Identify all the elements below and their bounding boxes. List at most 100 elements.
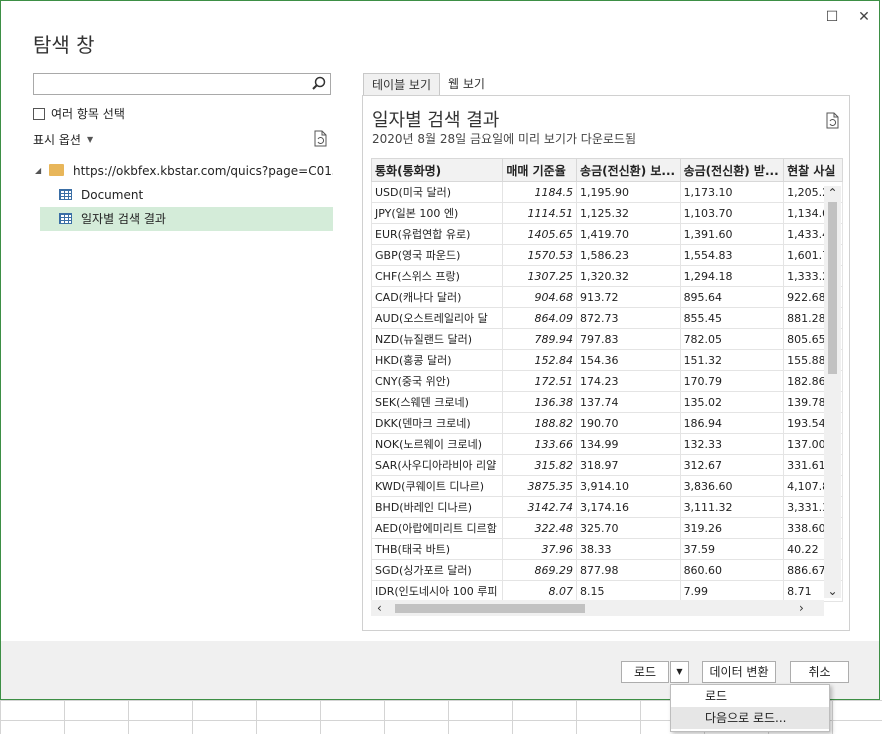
table-cell: 38.33 bbox=[576, 538, 681, 560]
tab-web-view[interactable]: 웹 보기 bbox=[440, 73, 493, 95]
table-row: NOK(노르웨이 크로네) 133.66 134.99 132.33 137.00 bbox=[371, 433, 843, 455]
refresh-preview-icon[interactable] bbox=[824, 112, 842, 130]
table-row: DKK(덴마크 크로네) 188.82 190.70 186.94 193.54 bbox=[371, 412, 843, 434]
column-header[interactable]: 매매 기준율 bbox=[502, 158, 578, 182]
table-cell: NZD(뉴질랜드 달러) bbox=[371, 328, 504, 350]
close-icon[interactable]: ✕ bbox=[852, 7, 876, 27]
table-cell: THB(태국 바트) bbox=[371, 538, 504, 560]
table-cell: IDR(인도네시아 100 루피 bbox=[371, 580, 504, 602]
vertical-scroll-thumb[interactable] bbox=[828, 202, 837, 374]
table-cell: AED(아랍에미리트 디르함 bbox=[371, 517, 504, 539]
table-row: CHF(스위스 프랑) 1307.25 1,320.32 1,294.18 1,333.… bbox=[371, 265, 843, 287]
tree-item-document[interactable]: Document bbox=[33, 183, 333, 207]
table-row: SAR(사우디아라비아 리얄 315.82 318.97 312.67 331.61 bbox=[371, 454, 843, 476]
table-cell: 151.32 bbox=[679, 349, 785, 371]
table-cell: 864.09 bbox=[502, 307, 578, 329]
maximize-icon[interactable]: ☐ bbox=[820, 7, 844, 27]
table-cell: BHD(바레인 디나르) bbox=[371, 496, 504, 518]
table-cell: 186.94 bbox=[679, 412, 785, 434]
table-cell: 37.96 bbox=[502, 538, 578, 560]
table-row: CNY(중국 위안) 172.51 174.23 170.79 182.86 bbox=[371, 370, 843, 392]
table-cell: 895.64 bbox=[679, 286, 785, 308]
table-cell: 1,320.32 bbox=[576, 265, 681, 287]
table-cell: 1,103.70 bbox=[679, 202, 785, 224]
table-cell: 1184.5 bbox=[502, 181, 578, 203]
table-cell: JPY(일본 100 엔) bbox=[371, 202, 504, 224]
tree-root-label: https://okbfex.kbstar.com/quics?page=C01… bbox=[73, 164, 333, 178]
horizontal-scrollbar[interactable]: ‹ › bbox=[371, 600, 824, 616]
cancel-button[interactable]: 취소 bbox=[790, 661, 849, 683]
preview-pane: 일자별 검색 결과 2020년 8월 28일 금요일에 미리 보기가 다운로드됨… bbox=[362, 95, 850, 631]
column-header[interactable]: 송금(전신환) 보... bbox=[576, 158, 681, 182]
table-cell: 190.70 bbox=[576, 412, 681, 434]
table-cell: 137.74 bbox=[576, 391, 681, 413]
table-cell: GBP(영국 파운드) bbox=[371, 244, 504, 266]
multi-select-checkbox[interactable] bbox=[33, 107, 45, 120]
table-row: KWD(쿠웨이트 디나르) 3875.35 3,914.10 3,836.60 4,10… bbox=[371, 475, 843, 497]
scroll-down-icon[interactable]: ⌄ bbox=[824, 584, 841, 598]
table-cell: 8.07 bbox=[502, 580, 578, 602]
table-row: AED(아랍에미리트 디르함 322.48 325.70 319.26 338.60 bbox=[371, 517, 843, 539]
tree-item-label: 일자별 검색 결과 bbox=[81, 212, 166, 226]
table-cell: SGD(싱가포르 달러) bbox=[371, 559, 504, 581]
table-cell: CAD(캐나다 달러) bbox=[371, 286, 504, 308]
table-cell: 3142.74 bbox=[502, 496, 578, 518]
scroll-left-icon[interactable]: ‹ bbox=[377, 600, 382, 616]
scroll-right-icon[interactable]: › bbox=[799, 600, 804, 616]
load-button[interactable]: 로드 bbox=[621, 661, 669, 683]
window-title: 탐색 창 bbox=[33, 33, 95, 57]
table-cell: 797.83 bbox=[576, 328, 681, 350]
refresh-icon[interactable] bbox=[312, 130, 330, 148]
table-cell: 322.48 bbox=[502, 517, 578, 539]
table-cell: 3,174.16 bbox=[576, 496, 681, 518]
scroll-up-icon[interactable]: ⌃ bbox=[824, 186, 841, 200]
table-row: HKD(홍콩 달러) 152.84 154.36 151.32 155.88 bbox=[371, 349, 843, 371]
table-cell: 174.23 bbox=[576, 370, 681, 392]
table-cell: AUD(오스트레일리아 달 bbox=[371, 307, 504, 329]
tree-item-daily-results[interactable]: 일자별 검색 결과 bbox=[40, 207, 333, 231]
table-icon bbox=[59, 213, 72, 224]
table-cell: 7.99 bbox=[679, 580, 785, 602]
tree-item-root[interactable]: ◢ https://okbfex.kbstar.com/quics?page=C… bbox=[33, 159, 333, 183]
table-cell: 134.99 bbox=[576, 433, 681, 455]
search-icon[interactable] bbox=[310, 75, 328, 93]
menu-item-load-to[interactable]: 다음으로 로드... bbox=[671, 707, 829, 729]
table-row: NZD(뉴질랜드 달러) 789.94 797.83 782.05 805.65 bbox=[371, 328, 843, 350]
table-cell: 1,391.60 bbox=[679, 223, 785, 245]
tree-item-label: Document bbox=[81, 188, 144, 202]
preview-table-wrap: 통화(통화명) 매매 기준율 송금(전신환) 보... 송금(전신환) 받... 현찰 … bbox=[371, 158, 843, 624]
column-header[interactable]: 현찰 사실 bbox=[783, 158, 843, 182]
display-options-dropdown[interactable]: 표시 옵션 ▼ bbox=[33, 131, 93, 148]
table-row: BHD(바레인 디나르) 3142.74 3,174.16 3,111.32 3,331… bbox=[371, 496, 843, 518]
tab-table-view[interactable]: 테이블 보기 bbox=[363, 73, 441, 96]
expand-triangle-icon[interactable]: ◢ bbox=[35, 159, 41, 183]
table-body: USD(미국 달러) 1184.5 1,195.90 1,173.10 1,205.2 J… bbox=[371, 181, 843, 602]
column-header[interactable]: 통화(통화명) bbox=[371, 158, 504, 182]
table-cell: CNY(중국 위안) bbox=[371, 370, 504, 392]
table-row: CAD(캐나다 달러) 904.68 913.72 895.64 922.68 bbox=[371, 286, 843, 308]
navigator-dialog: 탐색 창 ☐ ✕ 여러 항목 선택 표시 옵션 ▼ ◢ https://okbf… bbox=[0, 0, 880, 700]
table-row: EUR(유럽연합 유로) 1405.65 1,419.70 1,391.60 1,433… bbox=[371, 223, 843, 245]
table-cell: 1570.53 bbox=[502, 244, 578, 266]
table-cell: USD(미국 달러) bbox=[371, 181, 504, 203]
vertical-scrollbar[interactable]: ⌃ ⌄ bbox=[824, 186, 841, 598]
horizontal-scroll-thumb[interactable] bbox=[395, 604, 585, 613]
multi-select-option[interactable]: 여러 항목 선택 bbox=[33, 105, 125, 122]
table-cell: DKK(덴마크 크로네) bbox=[371, 412, 504, 434]
table-cell: 1,554.83 bbox=[679, 244, 785, 266]
table-cell: 1,586.23 bbox=[576, 244, 681, 266]
menu-item-load[interactable]: 로드 bbox=[671, 685, 829, 707]
table-cell: 312.67 bbox=[679, 454, 785, 476]
transform-data-button[interactable]: 데이터 변환 bbox=[702, 661, 776, 683]
table-cell: HKD(홍콩 달러) bbox=[371, 349, 504, 371]
table-cell: 869.29 bbox=[502, 559, 578, 581]
table-cell: 136.38 bbox=[502, 391, 578, 413]
search-input[interactable] bbox=[36, 75, 310, 95]
column-header[interactable]: 송금(전신환) 받... bbox=[679, 158, 785, 182]
table-cell: 1,419.70 bbox=[576, 223, 681, 245]
table-cell: 913.72 bbox=[576, 286, 681, 308]
load-dropdown-button[interactable]: ▼ bbox=[670, 661, 689, 683]
table-cell: 904.68 bbox=[502, 286, 578, 308]
table-cell: 1,125.32 bbox=[576, 202, 681, 224]
table-cell: 315.82 bbox=[502, 454, 578, 476]
